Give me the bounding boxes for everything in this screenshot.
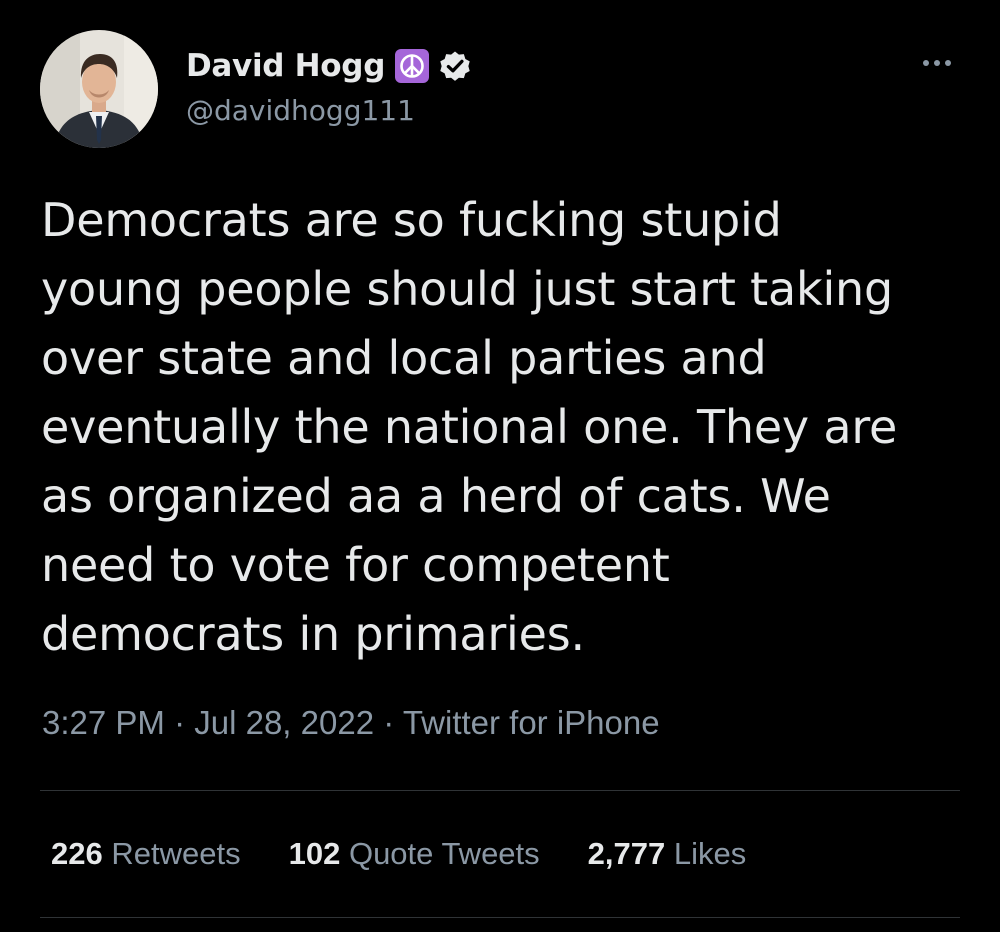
quote-tweets-label: Quote Tweets — [348, 836, 540, 871]
retweets-label: Retweets — [111, 836, 241, 871]
more-options-icon[interactable] — [914, 46, 960, 80]
tweet-time[interactable]: 3:27 PM — [42, 704, 165, 741]
meta-separator: · — [383, 704, 395, 741]
author-handle[interactable]: @davidhogg111 — [186, 94, 415, 127]
tweet-source[interactable]: Twitter for iPhone — [403, 704, 660, 741]
quote-tweets-stat[interactable]: 102 Quote Tweets — [289, 836, 540, 872]
divider — [40, 790, 960, 791]
tweet-text-line: young people should just start taking — [41, 262, 893, 316]
author-name-row: David Hogg — [186, 44, 473, 88]
tweet-text: Democrats are so fucking stupid young pe… — [41, 186, 971, 669]
divider — [40, 917, 960, 918]
meta-separator: · — [174, 704, 186, 741]
tweet-text-line: democrats in primaries. — [41, 607, 585, 661]
avatar[interactable] — [40, 30, 158, 148]
retweets-stat[interactable]: 226 Retweets — [51, 836, 241, 872]
tweet-text-line: Democrats are so fucking stupid — [41, 193, 782, 247]
more-dot — [934, 60, 940, 66]
peace-symbol-icon — [395, 49, 430, 83]
likes-stat[interactable]: 2,777 Likes — [588, 836, 747, 872]
tweet-text-line: eventually the national one. They are — [41, 400, 898, 454]
tweet-metadata: 3:27 PM · Jul 28, 2022 · Twitter for iPh… — [42, 704, 660, 742]
likes-label: Likes — [673, 836, 747, 871]
tweet-text-line: over state and local parties and — [41, 331, 767, 385]
tweet-date[interactable]: Jul 28, 2022 — [194, 704, 374, 741]
tweet-text-line: as organized aa a herd of cats. We — [41, 469, 831, 523]
quote-tweets-count: 102 — [288, 836, 341, 871]
tweet-stats: 226 Retweets 102 Quote Tweets 2,777 Like… — [51, 836, 746, 872]
display-name[interactable]: David Hogg — [186, 48, 385, 84]
retweets-count: 226 — [51, 836, 103, 871]
likes-count: 2,777 — [587, 836, 666, 871]
more-dot — [923, 60, 929, 66]
verified-badge-icon — [437, 48, 473, 84]
more-dot — [945, 60, 951, 66]
tweet-text-line: need to vote for competent — [41, 538, 670, 592]
